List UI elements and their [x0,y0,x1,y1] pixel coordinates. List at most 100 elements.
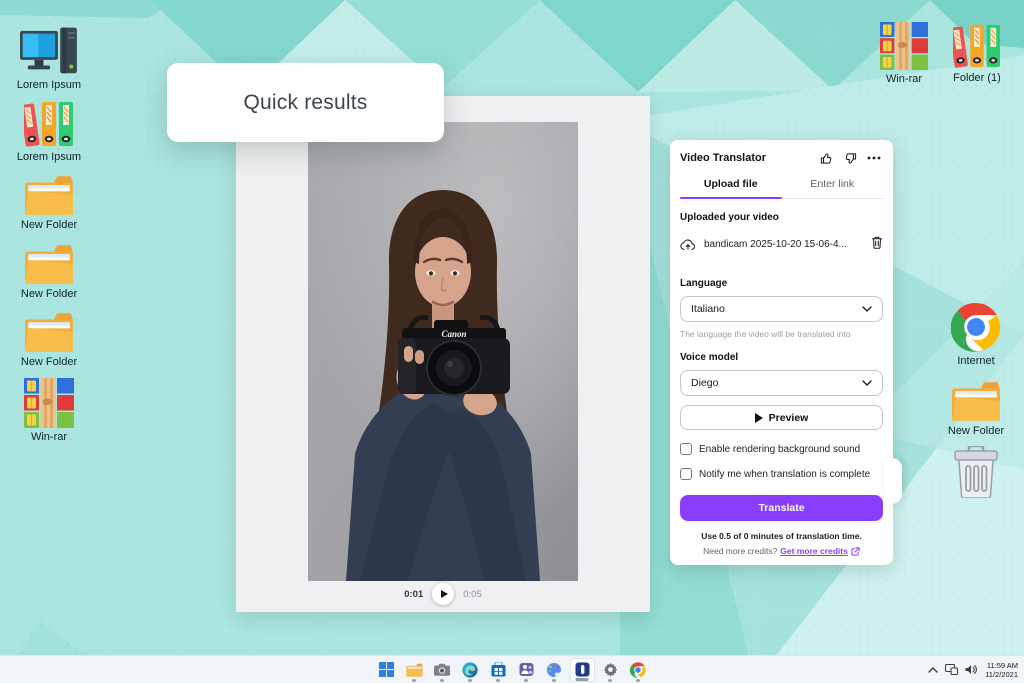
panel-collapse-handle[interactable] [884,458,902,504]
translation-minutes-text: Use 0.5 of 0 minutes of translation time… [701,531,862,541]
file-explorer-icon [406,663,423,677]
running-indicator [608,679,612,682]
desktop-icon-new-folder-3[interactable]: New Folder [4,311,94,368]
panel-title: Video Translator [680,152,766,164]
desktop: Lorem Ipsum Lorem Ipsum New Folder New F… [0,0,1024,683]
thumbs-up-icon[interactable] [817,150,835,166]
uploaded-file-row: bandicam 2025-10-20 15-06-4... [680,236,883,252]
checkbox-background-sound[interactable]: Enable rendering background sound [680,443,883,455]
taskbar-center-icons [0,657,1024,682]
external-link-icon [851,546,860,556]
clock-time: 11:59 AM [986,660,1018,670]
teams-icon [519,663,533,676]
need-credits-text: Need more credits? [703,546,778,556]
voice-model-select[interactable]: Diego [680,370,883,396]
store-button[interactable] [486,658,511,682]
tab-upload-file[interactable]: Upload file [680,178,782,199]
chrome-button[interactable] [626,658,651,682]
binders-icon [24,100,74,148]
recycle-bin-icon [953,446,999,498]
more-options-icon[interactable] [865,150,883,166]
desktop-icon-new-folder-2[interactable]: New Folder [4,243,94,300]
desktop-icon-internet[interactable]: Internet [931,302,1021,367]
active-app-icon [575,662,589,677]
play-button[interactable] [432,583,455,605]
checkbox-icon [680,468,692,480]
microsoft-store-icon [491,662,505,677]
tray-chevron-up-icon[interactable] [928,666,938,673]
credits-row: Need more credits? Get more credits [680,546,883,556]
video-frame[interactable]: Canon [308,122,578,581]
clock-date: 11/2/2021 [985,669,1018,679]
desktop-icon-label: Folder (1) [953,72,1001,84]
desktop-icon-label: Win-rar [885,73,923,85]
desktop-icon-winrar-left[interactable]: Win-rar [4,378,94,443]
desktop-icon-lorem-ipsum-pc[interactable]: Lorem Ipsum [4,26,94,91]
total-time: 0:05 [463,588,482,600]
running-indicator [552,679,556,682]
teams-button[interactable] [514,658,539,682]
taskbar: 11:59 AM 11/2/2021 [0,655,1024,683]
language-value: Italiano [691,303,725,315]
running-indicator [575,678,589,681]
running-indicator [412,679,416,682]
checkbox-icon [680,443,692,455]
folder-icon [24,311,74,353]
folder-icon [951,380,1001,422]
active-app-button[interactable] [569,657,595,682]
tab-enter-link[interactable]: Enter link [782,178,884,198]
desktop-icon-label: Lorem Ipsum [16,79,82,91]
folder-icon [24,243,74,285]
windows-start-icon [378,662,394,677]
winrar-icon [880,22,928,70]
desktop-icon-new-folder-1[interactable]: New Folder [4,174,94,231]
panel-tabs: Upload file Enter link [680,178,883,199]
settings-button[interactable] [598,658,623,682]
voice-model-label: Voice model [680,352,739,363]
desktop-icon-label: New Folder [947,425,1005,437]
desktop-icon-recycle-bin[interactable] [931,446,1021,498]
camera-icon [434,663,450,676]
file-explorer-button[interactable] [402,658,427,682]
desktop-icon-lorem-ipsum-binders[interactable]: Lorem Ipsum [4,100,94,163]
paint-button[interactable] [542,658,567,682]
tray-network-icon[interactable] [945,664,959,675]
uploaded-video-label: Uploaded your video [680,212,779,223]
play-icon [440,590,448,598]
play-icon [754,412,763,423]
thumbs-down-icon[interactable] [841,150,859,166]
delete-file-icon[interactable] [871,236,883,252]
camera-brand-text: Canon [441,329,466,339]
tray-volume-icon[interactable] [965,664,978,675]
language-select[interactable]: Italiano [680,296,883,322]
chevron-down-icon [862,306,872,312]
gear-icon [602,662,618,677]
checkbox-label: Enable rendering background sound [699,443,861,455]
desktop-icon-new-folder-right[interactable]: New Folder [931,380,1021,437]
computer-icon [20,26,78,76]
quick-results-text: Quick results [243,90,368,114]
preview-button[interactable]: Preview [680,405,883,430]
translate-button[interactable]: Translate [680,495,883,521]
binders-icon [953,23,1001,69]
uploaded-file-name: bandicam 2025-10-20 15-06-4... [704,238,847,250]
taskbar-clock[interactable]: 11:59 AM 11/2/2021 [985,661,1018,679]
chrome-icon [951,302,1001,352]
get-more-credits-link[interactable]: Get more credits [780,546,848,556]
current-time: 0:01 [404,588,424,600]
checkbox-notify-complete[interactable]: Notify me when translation is complete [680,468,883,480]
running-indicator [440,679,444,682]
desktop-icon-label: Internet [957,355,995,367]
running-indicator [468,679,472,682]
desktop-icon-folder-1[interactable]: Folder (1) [932,23,1022,84]
quick-results-card: Quick results [167,63,444,142]
chrome-icon [630,662,646,678]
edge-icon [462,661,478,678]
camera-app-button[interactable] [430,658,455,682]
start-button[interactable] [374,658,399,682]
taskbar-tray: 11:59 AM 11/2/2021 [928,661,1018,679]
desktop-icon-label: Lorem Ipsum [16,151,82,163]
video-translator-panel: Video Translator Upload file Enter link … [670,140,902,565]
edge-button[interactable] [458,658,483,682]
checkbox-label: Notify me when translation is complete [699,468,871,480]
